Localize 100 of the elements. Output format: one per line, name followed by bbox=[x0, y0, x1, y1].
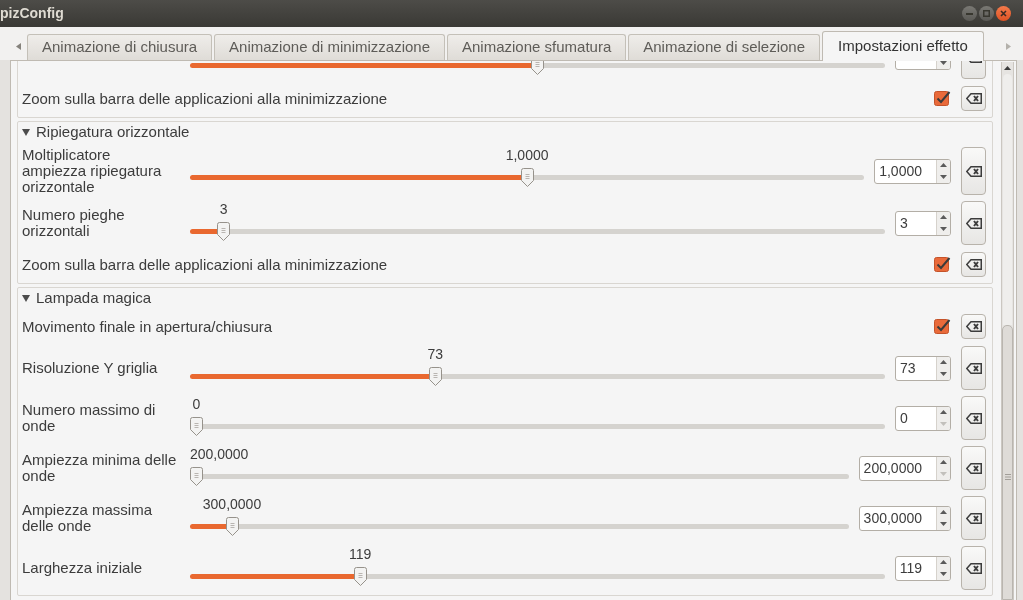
slider-track[interactable] bbox=[190, 467, 849, 486]
number-field[interactable]: 1,0000 bbox=[875, 159, 936, 183]
minimize-button[interactable] bbox=[962, 6, 977, 21]
left-triangle-icon bbox=[16, 43, 21, 50]
slider-thumb[interactable] bbox=[190, 417, 203, 436]
setting-label: Zoom sulla barra delle applicazioni alla minimizzazione bbox=[22, 255, 388, 274]
setting-label: Risoluzione Y griglia bbox=[22, 360, 158, 376]
down-triangle-icon bbox=[940, 61, 947, 65]
backspace-icon bbox=[965, 259, 982, 270]
setting-label: Zoom sulla barra delle applicazioni alla minimizzazione bbox=[22, 89, 388, 108]
reset-button[interactable] bbox=[961, 446, 986, 490]
slider-thumb[interactable] bbox=[225, 517, 239, 536]
window-title: pizConfig bbox=[0, 4, 64, 23]
spin-box[interactable]: 119 bbox=[894, 555, 951, 581]
slider-thumb[interactable] bbox=[353, 567, 367, 586]
spin-box[interactable]: 3 bbox=[895, 210, 951, 236]
backspace-icon bbox=[965, 562, 982, 574]
number-field[interactable]: 200,0000 bbox=[859, 456, 936, 480]
slider-track[interactable] bbox=[190, 222, 885, 241]
group-title: Lampada magica bbox=[36, 288, 152, 307]
backspace-icon bbox=[965, 217, 982, 229]
square-icon bbox=[983, 10, 990, 17]
down-triangle-icon bbox=[940, 174, 947, 179]
spin-box[interactable]: 200,0000 bbox=[858, 455, 951, 481]
reset-button[interactable] bbox=[961, 86, 986, 111]
setting-label: Numero pieghe orizzontali bbox=[22, 207, 126, 239]
close-button[interactable] bbox=[996, 6, 1011, 21]
slider-fill bbox=[190, 524, 226, 529]
up-triangle-icon bbox=[940, 560, 947, 565]
tab[interactable]: Animazione di chiusura bbox=[27, 34, 213, 60]
slider-fill bbox=[190, 229, 218, 234]
down-triangle-icon bbox=[940, 571, 947, 576]
slider-value: 300,0000 bbox=[202, 496, 262, 512]
scrollbar-thumb[interactable] bbox=[1002, 325, 1013, 600]
up-triangle-icon bbox=[940, 360, 947, 365]
spin-box[interactable]: 300,0000 bbox=[858, 505, 951, 531]
slider-track[interactable] bbox=[190, 61, 885, 75]
tab[interactable]: Animazione di minimizzazione bbox=[214, 34, 445, 60]
tab[interactable]: Impostazioni effetto bbox=[822, 31, 984, 61]
right-triangle-icon bbox=[1006, 43, 1011, 50]
number-field[interactable]: 300,0000 bbox=[859, 506, 936, 530]
spin-box[interactable]: 1,0000 bbox=[874, 158, 951, 184]
tab[interactable]: Animazione sfumatura bbox=[447, 34, 627, 60]
down-triangle-icon bbox=[940, 371, 947, 376]
down-triangle-icon bbox=[940, 471, 947, 476]
slider-track[interactable] bbox=[190, 168, 865, 187]
up-triangle-icon bbox=[940, 410, 947, 415]
slider-thumb[interactable] bbox=[217, 222, 231, 241]
reset-button[interactable] bbox=[961, 396, 986, 440]
slider-thumb[interactable] bbox=[190, 467, 203, 486]
close-icon bbox=[1000, 10, 1007, 17]
reset-button[interactable] bbox=[961, 147, 986, 195]
checkbox[interactable] bbox=[934, 256, 951, 273]
minus-icon bbox=[966, 12, 973, 15]
reset-button[interactable] bbox=[961, 546, 986, 590]
down-triangle-icon bbox=[940, 521, 947, 526]
expander-triangle-icon[interactable] bbox=[22, 127, 30, 136]
backspace-icon bbox=[965, 362, 982, 374]
slider-track[interactable] bbox=[190, 367, 885, 386]
number-field[interactable]: 73 bbox=[896, 356, 936, 380]
slider-thumb[interactable] bbox=[520, 168, 534, 187]
reset-button[interactable] bbox=[961, 252, 986, 277]
slider-thumb[interactable] bbox=[428, 367, 442, 386]
number-field[interactable]: 3 bbox=[896, 211, 936, 235]
checkbox[interactable] bbox=[934, 90, 951, 107]
grip-icon bbox=[1004, 474, 1011, 480]
reset-button[interactable] bbox=[961, 314, 986, 339]
slider-value: 200,0000 bbox=[190, 446, 249, 462]
backspace-icon bbox=[965, 165, 982, 177]
setting-label: Larghezza iniziale bbox=[22, 560, 143, 576]
checkbox[interactable] bbox=[934, 318, 951, 335]
up-triangle-icon bbox=[1004, 66, 1011, 70]
maximize-button[interactable] bbox=[979, 6, 994, 21]
spin-box[interactable]: 0 bbox=[895, 405, 951, 431]
reset-button[interactable] bbox=[961, 346, 986, 390]
up-triangle-icon bbox=[940, 163, 947, 168]
setting-label: Ampiezza massima delle onde bbox=[22, 502, 154, 534]
backspace-icon bbox=[965, 512, 982, 524]
up-triangle-icon bbox=[940, 510, 947, 515]
expander-triangle-icon[interactable] bbox=[22, 293, 30, 302]
scrollbar[interactable] bbox=[1001, 62, 1014, 600]
setting-label: Movimento finale in apertura/chiusura bbox=[22, 317, 273, 336]
backspace-icon bbox=[965, 462, 982, 474]
tab[interactable]: Animazione di selezione bbox=[628, 34, 821, 60]
slider-thumb[interactable] bbox=[531, 61, 544, 75]
slider-track[interactable] bbox=[190, 517, 849, 536]
down-triangle-icon bbox=[940, 226, 947, 231]
slider-value: 3 bbox=[219, 201, 228, 217]
slider-value: 0 bbox=[192, 396, 201, 412]
slider-track[interactable] bbox=[190, 567, 885, 586]
up-triangle-icon bbox=[940, 215, 947, 220]
down-triangle-icon bbox=[940, 421, 947, 426]
reset-button[interactable] bbox=[961, 496, 986, 540]
slider-value: 73 bbox=[427, 346, 443, 362]
number-field[interactable]: 0 bbox=[896, 406, 936, 430]
number-field[interactable]: 119 bbox=[895, 556, 936, 580]
group-title: Ripiegatura orizzontale bbox=[36, 122, 190, 141]
reset-button[interactable] bbox=[961, 201, 986, 245]
slider-track[interactable] bbox=[190, 417, 885, 436]
spin-box[interactable]: 73 bbox=[895, 355, 951, 381]
